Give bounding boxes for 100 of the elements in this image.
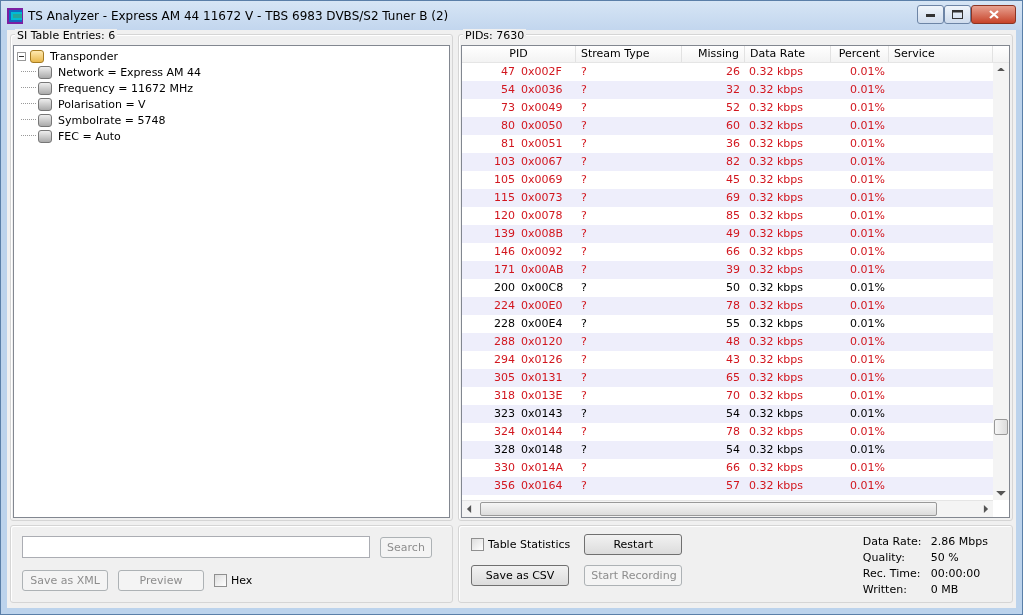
table-cell-text: 0x00E0 — [520, 298, 563, 314]
table-cell-text: 0.32 kbps — [748, 118, 805, 134]
folder-node-icon — [30, 49, 44, 63]
column-header[interactable]: Service — [889, 46, 993, 62]
table-cell-text: 0.01% — [849, 100, 886, 116]
table-cell-text: ? — [580, 118, 588, 134]
tree-item[interactable]: Transponder — [50, 49, 119, 63]
search-field[interactable] — [22, 536, 370, 558]
tree-item[interactable]: Polarisation = V — [58, 97, 146, 111]
table-row[interactable]: 120 0x0078 ? 85 0.32 kbps 0.01% — [462, 207, 993, 225]
table-row[interactable]: 146 0x0092 ? 66 0.32 kbps 0.01% — [462, 243, 993, 261]
column-header[interactable]: Data Rate — [745, 46, 831, 62]
table-cell-text: 36 — [725, 136, 741, 152]
table-row[interactable]: 115 0x0073 ? 69 0.32 kbps 0.01% — [462, 189, 993, 207]
table-cell-text: 0.32 kbps — [748, 316, 805, 332]
table-cell-text: 0x0143 — [520, 406, 563, 422]
table-cell-text: 65 — [725, 370, 741, 386]
table-row[interactable]: 294 0x0126 ? 43 0.32 kbps 0.01% — [462, 351, 993, 369]
column-header[interactable]: Stream Type — [576, 46, 682, 62]
column-header[interactable]: PID — [462, 46, 576, 62]
table-cell-text: 81 — [500, 136, 515, 152]
table-cell-text: 224 — [493, 298, 515, 314]
table-cell-text: 103 — [493, 154, 515, 170]
table-cell-text: 0x00AB — [520, 262, 564, 278]
vertical-scrollbar[interactable] — [993, 63, 1009, 500]
table-cell-text: 0x0131 — [520, 370, 563, 386]
window-title: TS Analyzer - Express AM 44 11672 V - TBS 6983 DVBS/S2 Tuner B (2) — [28, 8, 450, 23]
expander-icon[interactable] — [17, 51, 28, 61]
table-cell-text: 0.01% — [849, 190, 886, 206]
checkbox-label[interactable]: Hex — [231, 574, 253, 587]
table-row[interactable]: 47 0x002F ? 26 0.32 kbps 0.01% — [462, 63, 993, 81]
table-row[interactable]: 171 0x00AB ? 39 0.32 kbps 0.01% — [462, 261, 993, 279]
table-row[interactable]: 73 0x0049 ? 52 0.32 kbps 0.01% — [462, 99, 993, 117]
table-cell-text: 0.01% — [849, 208, 886, 224]
table-row[interactable]: 356 0x0164 ? 57 0.32 kbps 0.01% — [462, 477, 993, 495]
save-csv-button[interactable]: Save as CSV — [471, 565, 569, 586]
table-cell-text: 0x0078 — [520, 208, 563, 224]
table-row[interactable]: 330 0x014A ? 66 0.32 kbps 0.01% — [462, 459, 993, 477]
table-row[interactable]: 318 0x013E ? 70 0.32 kbps 0.01% — [462, 387, 993, 405]
table-cell-text: 105 — [493, 172, 515, 188]
checkbox-label[interactable]: Table Statistics — [488, 538, 571, 551]
table-cell-text: 0.32 kbps — [748, 154, 805, 170]
scroll-thumb[interactable] — [994, 419, 1008, 435]
table-cell-text: 171 — [493, 262, 515, 278]
table-cell-text: 0.01% — [849, 424, 886, 440]
table-row[interactable]: 80 0x0050 ? 60 0.32 kbps 0.01% — [462, 117, 993, 135]
table-cell-text: ? — [580, 208, 588, 224]
table-cell-text: 0.01% — [849, 118, 886, 134]
table-row[interactable]: 323 0x0143 ? 54 0.32 kbps 0.01% — [462, 405, 993, 423]
node-icon — [38, 129, 52, 143]
table-cell-text: 0.32 kbps — [748, 460, 805, 476]
table-cell-text: 0x014A — [520, 460, 564, 476]
table-cell-text: ? — [580, 298, 588, 314]
table-cell-text: 0.32 kbps — [748, 298, 805, 314]
checkbox[interactable] — [471, 538, 484, 551]
table-cell-text: 54 — [725, 406, 741, 422]
table-cell-text: 0.32 kbps — [748, 442, 805, 458]
stat-value: 50 % — [930, 550, 960, 566]
group-title: PIDs: 7630 — [463, 29, 527, 42]
node-icon — [38, 97, 52, 111]
checkbox[interactable] — [214, 574, 227, 587]
table-cell-text: ? — [580, 244, 588, 260]
restart-button[interactable]: Restart — [584, 534, 683, 555]
scroll-thumb[interactable] — [480, 502, 937, 516]
table-cell-text: 0.01% — [849, 442, 886, 458]
table-row[interactable]: 81 0x0051 ? 36 0.32 kbps 0.01% — [462, 135, 993, 153]
table-row[interactable]: 288 0x0120 ? 48 0.32 kbps 0.01% — [462, 333, 993, 351]
table-cell-text: 47 — [500, 64, 515, 80]
table-row[interactable]: 328 0x0148 ? 54 0.32 kbps 0.01% — [462, 441, 993, 459]
table-row[interactable]: 139 0x008B ? 49 0.32 kbps 0.01% — [462, 225, 993, 243]
node-icon — [38, 65, 52, 79]
tree-item[interactable]: Frequency = 11672 MHz — [58, 81, 194, 95]
table-row[interactable]: 305 0x0131 ? 65 0.32 kbps 0.01% — [462, 369, 993, 387]
app-icon — [7, 7, 23, 24]
tree-item[interactable]: Network = Express AM 44 — [58, 65, 202, 79]
column-header[interactable]: Missing — [682, 46, 745, 62]
maximize-button[interactable] — [944, 5, 971, 24]
tree-item[interactable]: Symbolrate = 5748 — [58, 113, 166, 127]
table-row[interactable]: 54 0x0036 ? 32 0.32 kbps 0.01% — [462, 81, 993, 99]
table-cell-text: 0x00C8 — [520, 280, 564, 296]
table-row[interactable]: 228 0x00E4 ? 55 0.32 kbps 0.01% — [462, 315, 993, 333]
stat-value: 2.86 Mbps — [930, 534, 988, 550]
minimize-button[interactable] — [917, 5, 944, 24]
tree-item[interactable]: FEC = Auto — [58, 129, 121, 143]
table-cell-text: 0.32 kbps — [748, 82, 805, 98]
close-button[interactable] — [971, 5, 1016, 24]
table-row[interactable]: 200 0x00C8 ? 50 0.32 kbps 0.01% — [462, 279, 993, 297]
column-header[interactable]: Percent — [831, 46, 889, 62]
table-cell-text: 0.32 kbps — [748, 388, 805, 404]
table-cell-text: 228 — [493, 316, 515, 332]
table-row[interactable]: 224 0x00E0 ? 78 0.32 kbps 0.01% — [462, 297, 993, 315]
table-cell-text: ? — [580, 478, 588, 494]
table-row[interactable]: 105 0x0069 ? 45 0.32 kbps 0.01% — [462, 171, 993, 189]
table-cell-text: 0.01% — [849, 136, 886, 152]
horizontal-scrollbar[interactable] — [462, 500, 993, 517]
table-cell-text: 0.01% — [849, 478, 886, 494]
table-cell-text: 73 — [500, 100, 515, 116]
table-cell-text: 70 — [725, 388, 741, 404]
table-row[interactable]: 103 0x0067 ? 82 0.32 kbps 0.01% — [462, 153, 993, 171]
table-row[interactable]: 324 0x0144 ? 78 0.32 kbps 0.01% — [462, 423, 993, 441]
